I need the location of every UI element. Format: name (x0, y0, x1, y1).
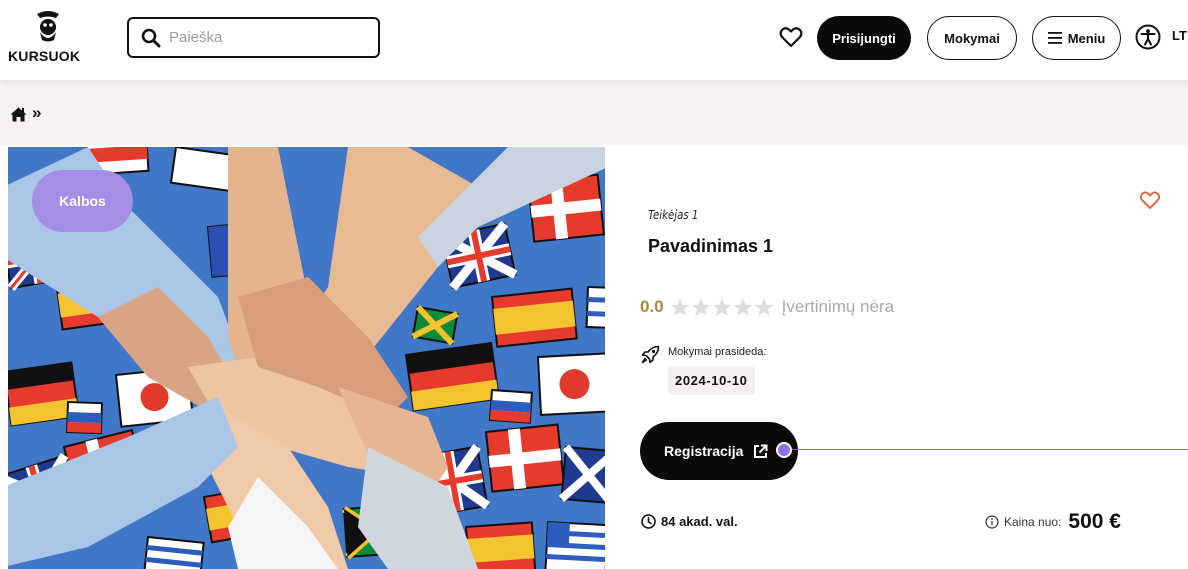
home-icon[interactable] (10, 107, 27, 122)
clock-icon (641, 514, 656, 529)
logo-icon (37, 11, 59, 42)
breadcrumb (0, 80, 1188, 145)
register-connector-dot (776, 442, 792, 458)
register-label: Registracija (664, 443, 744, 459)
accessibility-icon[interactable] (1135, 24, 1161, 50)
star-icon (712, 298, 731, 316)
price-label: Kaina nuo: (1004, 515, 1062, 529)
price-value: 500 € (1068, 510, 1121, 533)
star-icon (754, 298, 773, 316)
info-icon[interactable] (985, 515, 999, 529)
search-icon (141, 28, 161, 47)
start-label: Mokymai prasideda: (668, 346, 767, 358)
site-logo[interactable]: KURSUOK (8, 10, 88, 68)
site-header: KURSUOK Prisijungti Mokymai Meniu LT (0, 0, 1188, 80)
favorite-heart-icon[interactable] (1139, 190, 1161, 210)
star-icon (670, 298, 689, 316)
search-input[interactable] (169, 29, 369, 46)
logo-text: KURSUOK (8, 48, 81, 64)
course-price: Kaina nuo: 500 € (985, 510, 1121, 534)
category-tag[interactable]: Kalbos (32, 170, 133, 232)
rating: 0.0 Įvertinimų nėra (640, 297, 894, 317)
course-title: Pavadinimas 1 (648, 236, 774, 256)
rating-value: 0.0 (640, 297, 664, 316)
breadcrumb-separator: » (32, 103, 42, 122)
menu-button[interactable]: Meniu (1032, 16, 1121, 60)
rating-stars (670, 298, 774, 317)
course-duration: 84 akad. val. (641, 514, 738, 529)
language-selector[interactable]: LT (1172, 28, 1187, 43)
course-image: Kalbos (8, 147, 605, 569)
heart-icon[interactable] (778, 24, 804, 50)
menu-icon (1047, 32, 1062, 44)
courses-button[interactable]: Mokymai (927, 16, 1017, 60)
external-link-icon (754, 444, 768, 458)
course-provider[interactable]: Teikėjas 1 (648, 208, 698, 222)
menu-label: Meniu (1067, 30, 1106, 46)
star-icon (733, 298, 752, 316)
duration-label: 84 akad. val. (661, 514, 738, 529)
register-button[interactable]: Registracija (640, 422, 798, 480)
rating-text: Įvertinimų nėra (781, 297, 895, 316)
register-connector-line (789, 449, 1188, 450)
star-icon (691, 298, 710, 316)
search-box[interactable] (127, 17, 380, 58)
rocket-icon (641, 345, 660, 364)
start-date: 2024-10-10 (668, 366, 755, 395)
login-button[interactable]: Prisijungti (817, 16, 911, 60)
